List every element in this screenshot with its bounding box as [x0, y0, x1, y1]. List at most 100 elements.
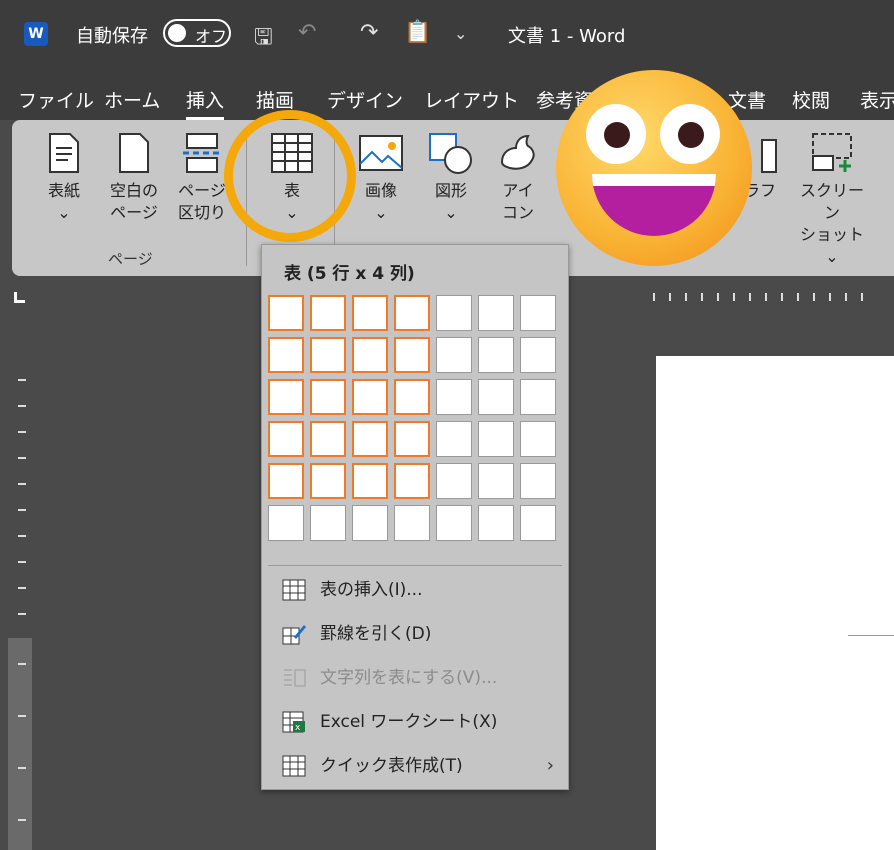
undo-icon[interactable]: ↶	[298, 20, 316, 45]
table-grid-cell[interactable]	[478, 421, 514, 457]
table-grid-cell[interactable]	[520, 463, 556, 499]
tab-file[interactable]: ファイル	[18, 86, 94, 113]
pictures-button[interactable]: 画像 ⌄	[358, 132, 404, 224]
picture-icon	[359, 135, 403, 171]
table-grid-cell[interactable]	[310, 379, 346, 415]
table-grid-cell[interactable]	[268, 379, 304, 415]
blank-page-button[interactable]: 空白の ページ	[106, 132, 162, 224]
table-grid-cell[interactable]	[268, 295, 304, 331]
grinning-face-emoji	[556, 70, 752, 266]
icons-icon	[500, 134, 535, 170]
shapes-button[interactable]: 図形 ⌄	[428, 132, 474, 224]
quick-tables-label: クイック表作成(T)	[320, 756, 463, 776]
tab-draw[interactable]: 描画	[256, 86, 294, 113]
screenshot-button[interactable]: スクリーン ショット ⌄	[796, 132, 868, 268]
table-grid-cell[interactable]	[310, 421, 346, 457]
tab-selector[interactable]	[14, 292, 25, 303]
icons-button[interactable]: アイ コン	[496, 132, 540, 224]
redo-icon[interactable]: ↷	[360, 20, 378, 45]
tab-layout[interactable]: レイアウト	[424, 86, 519, 113]
table-grid-cell[interactable]	[352, 463, 388, 499]
table-grid-cell[interactable]	[394, 379, 430, 415]
table-grid-cell[interactable]	[352, 379, 388, 415]
tab-review[interactable]: 校閲	[792, 86, 830, 113]
word-logo-icon: W	[24, 22, 48, 46]
page-break-label-2: 区切り	[177, 203, 226, 222]
clipboard-icon[interactable]: 📋	[404, 20, 431, 45]
table-grid-cell[interactable]	[352, 337, 388, 373]
table-grid-cell[interactable]	[394, 337, 430, 373]
table-grid-cell[interactable]	[436, 505, 472, 541]
table-grid-cell[interactable]	[478, 337, 514, 373]
table-grid-cell[interactable]	[310, 295, 346, 331]
table-grid-cell[interactable]	[394, 421, 430, 457]
table-grid-cell[interactable]	[520, 379, 556, 415]
convert-text-label: 文字列を表にする(V)...	[320, 668, 498, 688]
draw-table-item[interactable]: 罫線を引く(D)	[282, 619, 431, 645]
document-title: 文書 1 - Word	[508, 26, 626, 47]
table-grid-cell[interactable]	[520, 337, 556, 373]
table-grid-cell[interactable]	[520, 295, 556, 331]
insert-table-item[interactable]: 表の挿入(I)...	[282, 575, 423, 601]
tab-insert[interactable]: 挿入	[186, 86, 225, 120]
tab-design[interactable]: デザイン	[327, 86, 403, 113]
excel-spreadsheet-item[interactable]: x Excel ワークシート(X)	[282, 707, 497, 733]
convert-text-to-table-item[interactable]: 文字列を表にする(V)...	[282, 663, 497, 689]
title-bar: W 自動保存 オフ 🖫 ↶ ↷ 📋 ⌄ 文書 1 - Word	[0, 0, 894, 70]
draw-table-label: 罫線を引く(D)	[320, 624, 432, 644]
document-page[interactable]	[656, 356, 894, 850]
page-break-button[interactable]: ページ 区切り	[174, 132, 230, 224]
table-grid-cell[interactable]	[394, 463, 430, 499]
tab-mailings[interactable]: 文書	[728, 86, 766, 113]
table-grid-cell[interactable]	[520, 421, 556, 457]
cover-page-icon	[49, 133, 79, 173]
draw-table-icon	[282, 625, 306, 645]
highlight-circle	[224, 110, 356, 242]
emoji-mouth	[592, 174, 716, 236]
table-grid-cell[interactable]	[352, 505, 388, 541]
table-grid-cell[interactable]	[310, 463, 346, 499]
save-icon[interactable]: 🖫	[254, 20, 273, 58]
table-grid-cell[interactable]	[394, 505, 430, 541]
table-grid-cell[interactable]	[478, 379, 514, 415]
table-grid-cell[interactable]	[268, 463, 304, 499]
vertical-ruler[interactable]	[0, 318, 40, 850]
table-grid-cell[interactable]	[478, 295, 514, 331]
table-grid-cell[interactable]	[394, 295, 430, 331]
table-grid-cell[interactable]	[436, 379, 472, 415]
svg-text:x: x	[295, 723, 301, 733]
table-grid-cell[interactable]	[478, 463, 514, 499]
table-grid-cell[interactable]	[436, 421, 472, 457]
table-grid-cell[interactable]	[436, 295, 472, 331]
horizontal-ruler[interactable]	[650, 292, 894, 302]
cover-page-label: 表紙	[47, 181, 80, 200]
table-grid-cell[interactable]	[352, 421, 388, 457]
quick-table-icon	[282, 755, 306, 777]
table-grid-cell[interactable]	[310, 505, 346, 541]
excel-icon: x	[282, 711, 305, 733]
autosave-toggle[interactable]: オフ	[163, 19, 231, 47]
icons-label-2: コン	[501, 203, 534, 222]
table-grid-cell[interactable]	[268, 505, 304, 541]
table-grid-cell[interactable]	[310, 337, 346, 373]
menu-separator	[268, 565, 562, 566]
emoji-left-eye	[586, 104, 646, 164]
tab-home[interactable]: ホーム	[104, 86, 160, 113]
table-grid-cell[interactable]	[352, 295, 388, 331]
tab-view[interactable]: 表示	[860, 86, 894, 113]
table-grid-cell[interactable]	[436, 463, 472, 499]
screenshot-label-1: スクリーン	[799, 181, 864, 222]
table-grid-cell[interactable]	[268, 337, 304, 373]
cover-page-button[interactable]: 表紙 ⌄	[44, 132, 84, 224]
page-margin-line	[848, 635, 894, 636]
autosave-label: 自動保存	[76, 26, 148, 47]
customize-quick-access-icon[interactable]: ⌄	[454, 24, 467, 43]
table-grid-cell[interactable]	[478, 505, 514, 541]
table-grid-cell[interactable]	[268, 421, 304, 457]
quick-tables-item[interactable]: クイック表作成(T)	[282, 751, 463, 777]
table-grid-cell[interactable]	[436, 337, 472, 373]
shapes-icon	[429, 133, 472, 174]
table-grid-cell[interactable]	[520, 505, 556, 541]
insert-table-label: 表の挿入(I)...	[320, 580, 423, 600]
screenshot-label-2: ショット	[799, 225, 864, 244]
